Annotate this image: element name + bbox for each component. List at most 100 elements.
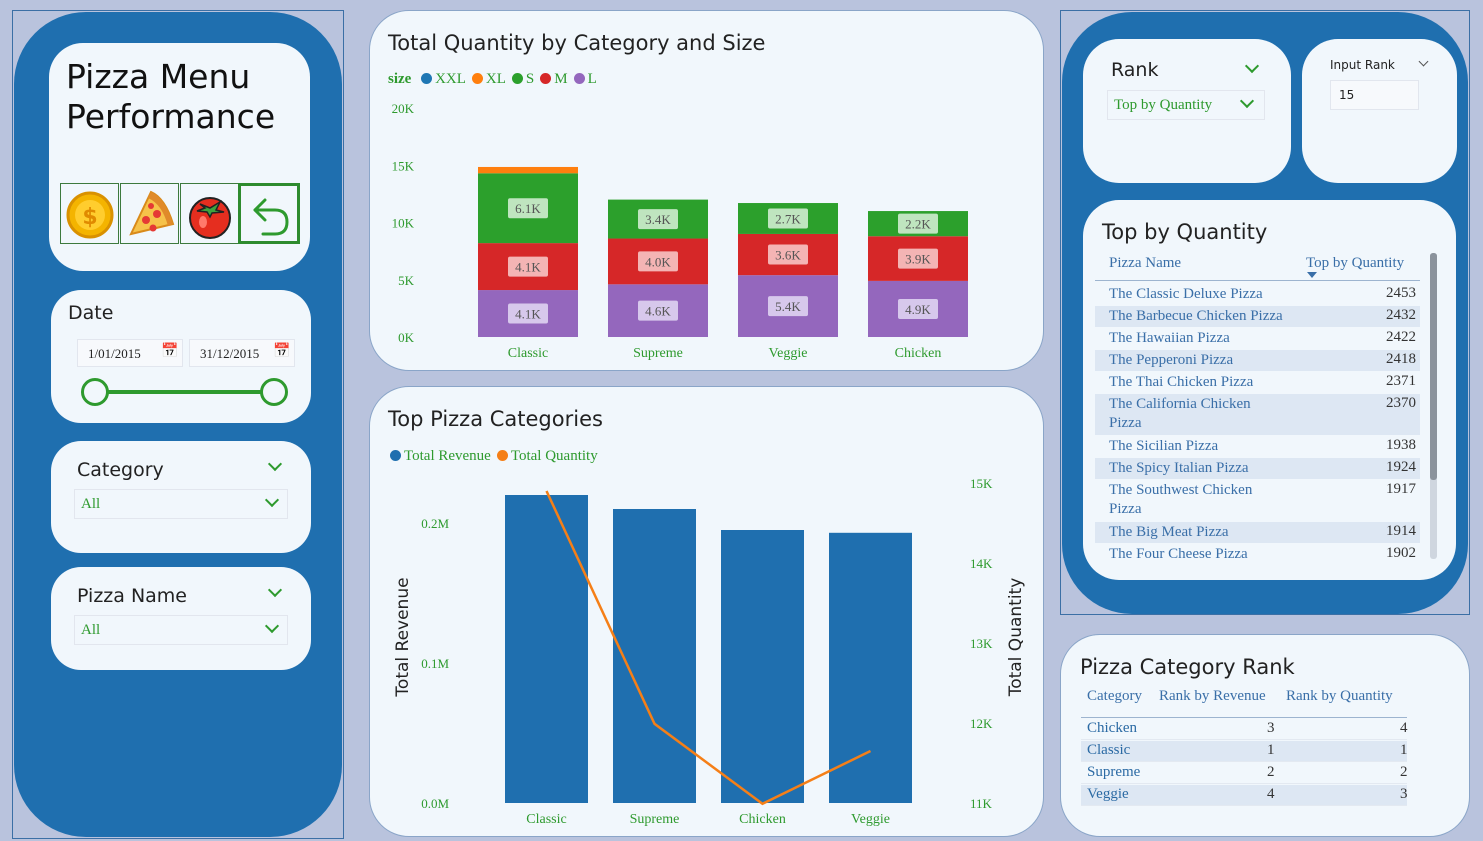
sort-desc-icon[interactable] bbox=[1307, 272, 1317, 278]
data-label: 4.9K bbox=[905, 302, 931, 317]
pizza-name-cell: The Hawaiian Pizza bbox=[1109, 330, 1230, 346]
date-slicer: Date 1/01/2015 📅 31/12/2015 📅 bbox=[51, 290, 311, 423]
input-rank-field[interactable]: 15 bbox=[1330, 80, 1419, 110]
top-pizza-categories-card: Top Pizza Categories Total Revenue Total … bbox=[369, 386, 1044, 837]
x-tick-label: Veggie bbox=[769, 346, 808, 361]
pizza-name-cell: The Sicilian Pizza bbox=[1109, 438, 1219, 454]
x-tick-label: Chicken bbox=[895, 346, 942, 361]
col-header-rank-by-quantity[interactable]: Rank by Quantity bbox=[1286, 688, 1393, 705]
table-row[interactable]: The Big Meat Pizza 1914 bbox=[1095, 522, 1420, 543]
table-row[interactable]: The Thai Chicken Pizza 2371 bbox=[1095, 372, 1420, 393]
data-label: 4.1K bbox=[515, 307, 541, 322]
data-label: 5.4K bbox=[775, 299, 801, 314]
table-row[interactable]: The Southwest Chicken Pizza 1917 bbox=[1095, 480, 1420, 521]
table-row[interactable]: The Spicy Italian Pizza 1924 bbox=[1095, 458, 1420, 479]
table-row[interactable]: The Four Cheese Pizza 1902 bbox=[1095, 544, 1420, 565]
rank-dropdown[interactable]: Top by Quantity bbox=[1107, 90, 1265, 120]
revenue-bar bbox=[613, 509, 696, 803]
x-tick-label: Classic bbox=[526, 812, 566, 827]
input-rank-title: Input Rank bbox=[1330, 58, 1395, 72]
table-row[interactable]: The Classic Deluxe Pizza 2453 bbox=[1095, 284, 1420, 305]
table-row[interactable]: Veggie 4 3 bbox=[1081, 785, 1408, 806]
data-label: 4.6K bbox=[645, 304, 671, 319]
y-axis-title: Total Revenue bbox=[393, 577, 413, 697]
y2-axis-title: Total Quantity bbox=[1006, 578, 1026, 698]
pizza-name-dropdown[interactable]: All bbox=[74, 615, 288, 645]
pizza-name-cell: The Barbecue Chicken Pizza bbox=[1109, 308, 1283, 324]
y-tick-label: 0.2M bbox=[421, 516, 449, 531]
table-scrollbar[interactable] bbox=[1430, 253, 1437, 559]
date-slicer-title: Date bbox=[68, 302, 114, 324]
data-label: 2.2K bbox=[905, 217, 931, 232]
revenue-page-button[interactable]: $ bbox=[60, 183, 119, 244]
category-cell: Veggie bbox=[1087, 786, 1129, 802]
quantity-cell: 1902 bbox=[1386, 545, 1416, 561]
range-end-handle[interactable] bbox=[260, 378, 288, 406]
category-cell: Chicken bbox=[1087, 720, 1137, 736]
chevron-down-icon[interactable] bbox=[267, 582, 283, 598]
x-tick-label: Supreme bbox=[630, 812, 680, 827]
y2-tick-label: 15K bbox=[970, 476, 993, 491]
calendar-icon[interactable]: 📅 bbox=[161, 343, 178, 360]
y-tick-label: 0K bbox=[398, 330, 415, 345]
chevron-down-icon[interactable] bbox=[1244, 58, 1260, 74]
x-tick-label: Classic bbox=[508, 346, 548, 361]
bar-segment-xl bbox=[478, 166, 578, 174]
quantity-cell: 2453 bbox=[1386, 285, 1416, 301]
coin-icon: $ bbox=[66, 191, 114, 239]
y2-tick-label: 11K bbox=[970, 796, 993, 811]
rank-revenue-cell: 4 bbox=[1267, 786, 1275, 802]
scrollbar-thumb[interactable] bbox=[1430, 253, 1437, 480]
table-row[interactable]: Chicken 3 4 bbox=[1081, 719, 1408, 740]
category-slicer: Category All bbox=[51, 441, 311, 553]
x-tick-label: Supreme bbox=[633, 346, 683, 361]
table-row[interactable]: The Hawaiian Pizza 2422 bbox=[1095, 328, 1420, 349]
category-dropdown[interactable]: All bbox=[74, 489, 288, 519]
input-rank-value: 15 bbox=[1339, 88, 1355, 102]
page-title: Pizza Menu Performance bbox=[66, 57, 276, 136]
quantity-cell: 1938 bbox=[1386, 437, 1416, 453]
back-arrow-icon bbox=[253, 198, 289, 236]
table-row[interactable]: The Pepperoni Pizza 2418 bbox=[1095, 350, 1420, 371]
category-slicer-title: Category bbox=[77, 459, 164, 481]
rank-slicer: Rank Top by Quantity bbox=[1083, 39, 1291, 183]
rank-revenue-cell: 3 bbox=[1267, 720, 1275, 736]
y-tick-label: 20K bbox=[392, 101, 415, 116]
col-header-pizza-name[interactable]: Pizza Name bbox=[1109, 255, 1181, 272]
table-row[interactable]: Supreme 2 2 bbox=[1081, 763, 1408, 784]
col-header-rank-by-revenue[interactable]: Rank by Revenue bbox=[1159, 688, 1266, 705]
chevron-down-icon bbox=[264, 492, 280, 508]
quantity-cell: 1924 bbox=[1386, 459, 1416, 475]
pizza-name-slicer-title: Pizza Name bbox=[77, 585, 188, 607]
table-row[interactable]: Classic 1 1 bbox=[1081, 741, 1408, 762]
pizza-name-cell: The Big Meat Pizza bbox=[1109, 524, 1229, 540]
pizza-slice-icon bbox=[129, 190, 175, 236]
y-tick-label: 5K bbox=[398, 273, 415, 288]
quantity-cell: 2422 bbox=[1386, 329, 1416, 345]
ingredient-page-button[interactable] bbox=[180, 183, 239, 244]
y-tick-label: 10K bbox=[392, 216, 415, 231]
header-divider bbox=[1095, 280, 1420, 281]
col-header-category[interactable]: Category bbox=[1087, 688, 1142, 705]
chevron-down-icon[interactable] bbox=[267, 456, 283, 472]
quantity-line bbox=[545, 490, 872, 806]
y2-tick-label: 12K bbox=[970, 716, 993, 731]
date-range-track bbox=[95, 390, 275, 394]
chevron-down-icon bbox=[1239, 93, 1255, 109]
calendar-icon[interactable]: 📅 bbox=[273, 343, 290, 360]
back-button[interactable] bbox=[238, 183, 300, 244]
chevron-down-icon[interactable] bbox=[1418, 56, 1429, 67]
data-label: 3.4K bbox=[645, 212, 671, 227]
table-row[interactable]: The Sicilian Pizza 1938 bbox=[1095, 436, 1420, 457]
pizza-name-slicer: Pizza Name All bbox=[51, 567, 311, 670]
table-row[interactable]: The California Chicken Pizza 2370 bbox=[1095, 394, 1420, 435]
table-row[interactable]: The Barbecue Chicken Pizza 2432 bbox=[1095, 306, 1420, 327]
quantity-cell: 2418 bbox=[1386, 351, 1416, 367]
pizza-name-cell: The Southwest Chicken Pizza bbox=[1109, 482, 1253, 517]
pizza-page-button[interactable] bbox=[120, 183, 179, 244]
range-start-handle[interactable] bbox=[81, 378, 109, 406]
rank-dropdown-value: Top by Quantity bbox=[1114, 97, 1213, 113]
col-header-top-by-quantity[interactable]: Top by Quantity bbox=[1306, 255, 1404, 272]
y-tick-label: 0.0M bbox=[421, 796, 449, 811]
y-tick-label: 0.1M bbox=[421, 656, 449, 671]
